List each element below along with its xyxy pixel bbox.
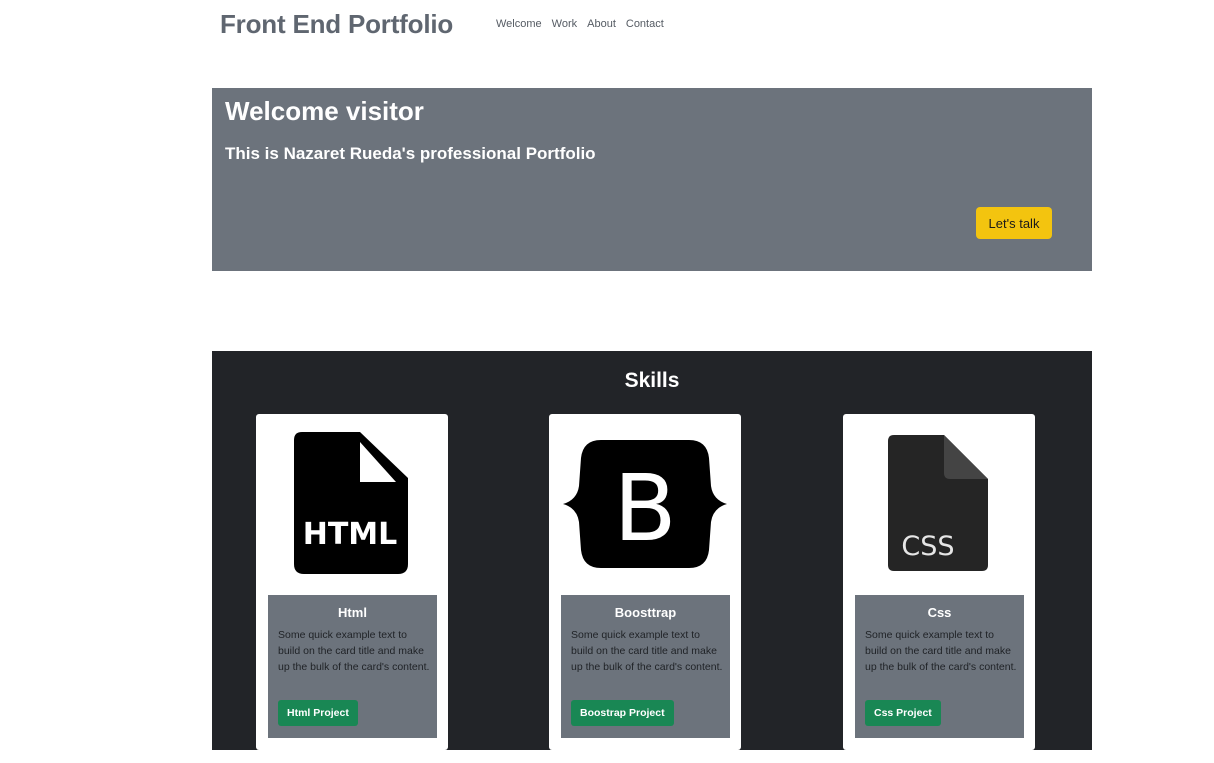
brand-title[interactable]: Front End Portfolio	[220, 9, 453, 40]
card-body: Html Some quick example text to build on…	[268, 595, 437, 738]
card-text: Some quick example text to build on the …	[278, 629, 430, 673]
card-title: Boosttrap	[614, 605, 677, 620]
card-body: Css Some quick example text to build on …	[855, 595, 1024, 738]
skill-card-css: CSS Css Some quick example text to build…	[843, 414, 1035, 750]
hero-title: Welcome visitor	[225, 96, 424, 126]
card-title: Html	[338, 605, 367, 620]
card-body: Boosttrap Some quick example text to bui…	[561, 595, 730, 738]
nav-links: Welcome Work About Contact	[496, 18, 674, 30]
nav-link-contact[interactable]: Contact	[626, 18, 664, 30]
card-text: Some quick example text to build on the …	[571, 629, 723, 673]
bootstrap-icon-letter: B	[613, 455, 676, 562]
skill-card-bootstrap: B Boosttrap Some quick example text to b…	[549, 414, 741, 750]
bootstrap-icon: B	[549, 414, 741, 594]
hero-subtitle: This is Nazaret Rueda's professional Por…	[225, 144, 596, 163]
css-icon-text: CSS	[901, 531, 954, 562]
html-file-icon: HTML	[256, 414, 448, 594]
card-text: Some quick example text to build on the …	[865, 629, 1017, 673]
css-file-icon: CSS	[843, 414, 1035, 594]
skills-section: Skills HTML Html Some quick example text…	[212, 351, 1092, 750]
nav-link-work[interactable]: Work	[552, 18, 577, 30]
skills-title: Skills	[624, 369, 680, 392]
css-project-button[interactable]: Css Project	[865, 700, 941, 726]
html-icon-text: HTML	[303, 517, 398, 552]
html-project-button[interactable]: Html Project	[278, 700, 358, 726]
card-title: Css	[927, 605, 952, 620]
navbar: Front End Portfolio Welcome Work About C…	[0, 0, 1214, 50]
bootstrap-project-button[interactable]: Boostrap Project	[571, 700, 674, 726]
nav-link-welcome[interactable]: Welcome	[496, 18, 542, 30]
nav-link-about[interactable]: About	[587, 18, 616, 30]
lets-talk-button[interactable]: Let's talk	[976, 207, 1052, 239]
skill-card-html: HTML Html Some quick example text to bui…	[256, 414, 448, 750]
hero-section: Welcome visitor This is Nazaret Rueda's …	[212, 88, 1092, 271]
